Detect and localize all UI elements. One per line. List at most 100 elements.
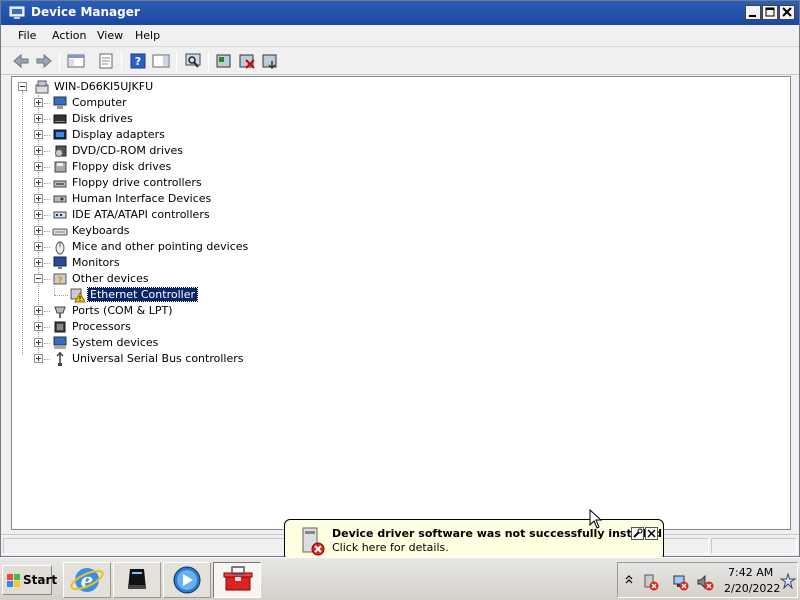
start-label: Start bbox=[23, 573, 58, 587]
internet-explorer-button[interactable]: e bbox=[63, 562, 111, 598]
tree-category-label: System devices bbox=[72, 336, 159, 349]
tree-category-label: Monitors bbox=[72, 256, 120, 269]
window-title: Device Manager bbox=[31, 5, 140, 19]
show-hidden-icons-icon[interactable] bbox=[624, 573, 634, 585]
expand-toggle[interactable] bbox=[34, 322, 43, 331]
device-manager-icon bbox=[9, 6, 25, 19]
expand-toggle[interactable] bbox=[34, 114, 43, 123]
scan-hardware-changes-icon[interactable] bbox=[183, 52, 203, 70]
forward-arrow-icon[interactable] bbox=[34, 52, 54, 70]
tree-category-label: Computer bbox=[72, 96, 127, 109]
menu-file[interactable]: File bbox=[18, 29, 36, 42]
expand-toggle[interactable] bbox=[34, 258, 43, 267]
balloon-title: Device driver software was not successfu… bbox=[332, 527, 663, 540]
expand-toggle[interactable] bbox=[34, 194, 43, 203]
expand-toggle[interactable] bbox=[34, 98, 43, 107]
back-arrow-icon[interactable] bbox=[11, 52, 31, 70]
menu-action[interactable]: Action bbox=[52, 29, 86, 42]
driver-install-balloon[interactable]: Device driver software was not successfu… bbox=[284, 519, 664, 561]
warning-device-icon bbox=[70, 288, 86, 303]
show-hide-console-tree-icon[interactable] bbox=[66, 52, 86, 70]
network-error-icon[interactable] bbox=[672, 573, 690, 591]
server-manager-button[interactable] bbox=[113, 562, 161, 598]
help-icon[interactable]: ? bbox=[128, 52, 148, 70]
expand-toggle[interactable] bbox=[34, 306, 43, 315]
dvd-drive-icon bbox=[55, 145, 67, 157]
tree-category-dvd-cd-rom-drives[interactable]: DVD/CD-ROM drives bbox=[34, 143, 334, 159]
tree-category-floppy-drive-controllers[interactable]: Floppy drive controllers bbox=[34, 175, 334, 191]
clock-time[interactable]: 7:42 AM bbox=[728, 566, 773, 579]
expand-toggle[interactable] bbox=[34, 146, 43, 155]
volume-muted-icon[interactable] bbox=[696, 573, 714, 591]
tree-category-system-devices[interactable]: System devices bbox=[34, 335, 334, 351]
tree-category-label: Human Interface Devices bbox=[72, 192, 212, 205]
tree-category-keyboards[interactable]: Keyboards bbox=[34, 223, 334, 239]
uninstall-device-icon[interactable] bbox=[260, 52, 280, 70]
expand-toggle[interactable] bbox=[34, 226, 43, 235]
tree-category-label: IDE ATA/ATAPI controllers bbox=[72, 208, 210, 221]
expand-toggle[interactable] bbox=[34, 130, 43, 139]
ide-controller-icon bbox=[53, 211, 67, 219]
tree-category-label: Other devices bbox=[72, 272, 149, 285]
tree-root[interactable]: WIN-D66KI5UJKFU bbox=[18, 79, 318, 95]
balloon-close-button[interactable] bbox=[645, 527, 658, 540]
expand-toggle[interactable] bbox=[34, 242, 43, 251]
close-icon bbox=[647, 529, 656, 538]
internet-explorer-icon: e bbox=[70, 568, 104, 592]
tree-device-label: Ethernet Controller bbox=[87, 287, 198, 302]
expand-toggle[interactable] bbox=[34, 178, 43, 187]
tree-device-ethernet-controller[interactable]: Ethernet Controller bbox=[54, 281, 356, 303]
device-tree[interactable]: WIN-D66KI5UJKFU Computer Disk drives Displ… bbox=[11, 76, 791, 530]
hid-icon bbox=[53, 195, 67, 203]
balloon-detail[interactable]: Click here for details. bbox=[332, 541, 449, 554]
tree-category-mice-and-other-pointing-devices[interactable]: Mice and other pointing devices bbox=[34, 239, 334, 255]
balloon-options-button[interactable] bbox=[631, 527, 644, 540]
computer-root-icon bbox=[35, 80, 49, 94]
computer-icon bbox=[53, 96, 67, 109]
expand-toggle[interactable] bbox=[34, 354, 43, 363]
properties-icon[interactable] bbox=[96, 52, 116, 70]
tree-category-label: Floppy disk drives bbox=[72, 160, 172, 173]
maximize-button[interactable] bbox=[762, 5, 778, 20]
tree-category-floppy-disk-drives[interactable]: Floppy disk drives bbox=[34, 159, 334, 175]
mouse-icon bbox=[55, 241, 65, 255]
device-manager-task-button[interactable] bbox=[213, 562, 261, 598]
media-player-button[interactable] bbox=[163, 562, 211, 598]
collapse-toggle[interactable] bbox=[34, 274, 43, 283]
tree-category-label: Display adapters bbox=[72, 128, 165, 141]
tree-category-other-devices[interactable]: ? Other devices bbox=[34, 271, 334, 287]
menu-help[interactable]: Help bbox=[135, 29, 160, 42]
tree-category-display-adapters[interactable]: Display adapters bbox=[34, 127, 334, 143]
close-button[interactable] bbox=[779, 5, 795, 20]
system-devices-icon bbox=[53, 336, 67, 349]
tree-category-ports-com-lpt[interactable]: Ports (COM & LPT) bbox=[34, 303, 334, 319]
floppy-drive-icon bbox=[54, 161, 67, 173]
show-desktop-icon[interactable] bbox=[780, 573, 796, 589]
disable-device-icon[interactable] bbox=[237, 52, 257, 70]
expand-toggle[interactable] bbox=[34, 338, 43, 347]
tree-category-label: Ports (COM & LPT) bbox=[72, 304, 173, 317]
tree-category-human-interface-devices[interactable]: Human Interface Devices bbox=[34, 191, 334, 207]
floppy-controller-icon bbox=[53, 180, 67, 188]
keyboard-icon bbox=[52, 228, 68, 236]
update-driver-icon[interactable] bbox=[214, 52, 234, 70]
server-manager-icon bbox=[128, 569, 146, 589]
tree-category-disk-drives[interactable]: Disk drives bbox=[34, 111, 334, 127]
disk-drive-icon bbox=[53, 114, 67, 124]
collapse-toggle[interactable] bbox=[18, 82, 27, 91]
tree-category-processors[interactable]: Processors bbox=[34, 319, 334, 335]
start-button[interactable]: Start bbox=[2, 565, 57, 595]
expand-toggle[interactable] bbox=[34, 162, 43, 171]
driver-error-tray-icon[interactable] bbox=[642, 573, 660, 591]
minimize-button[interactable] bbox=[745, 5, 761, 20]
clock-date[interactable]: 2/20/2022 bbox=[724, 582, 780, 595]
menu-view[interactable]: View bbox=[97, 29, 123, 42]
expand-toggle[interactable] bbox=[34, 210, 43, 219]
title-bar[interactable]: Device Manager bbox=[1, 1, 799, 25]
show-action-pane-icon[interactable] bbox=[151, 52, 171, 70]
device-manager-window: Device Manager File Action View Help ? W… bbox=[0, 0, 800, 557]
tree-category-ide-ata-atapi-controllers[interactable]: IDE ATA/ATAPI controllers bbox=[34, 207, 334, 223]
tree-category-universal-serial-bus-controllers[interactable]: Universal Serial Bus controllers bbox=[34, 351, 334, 367]
tree-category-computer[interactable]: Computer bbox=[34, 95, 334, 111]
tree-category-monitors[interactable]: Monitors bbox=[34, 255, 334, 271]
